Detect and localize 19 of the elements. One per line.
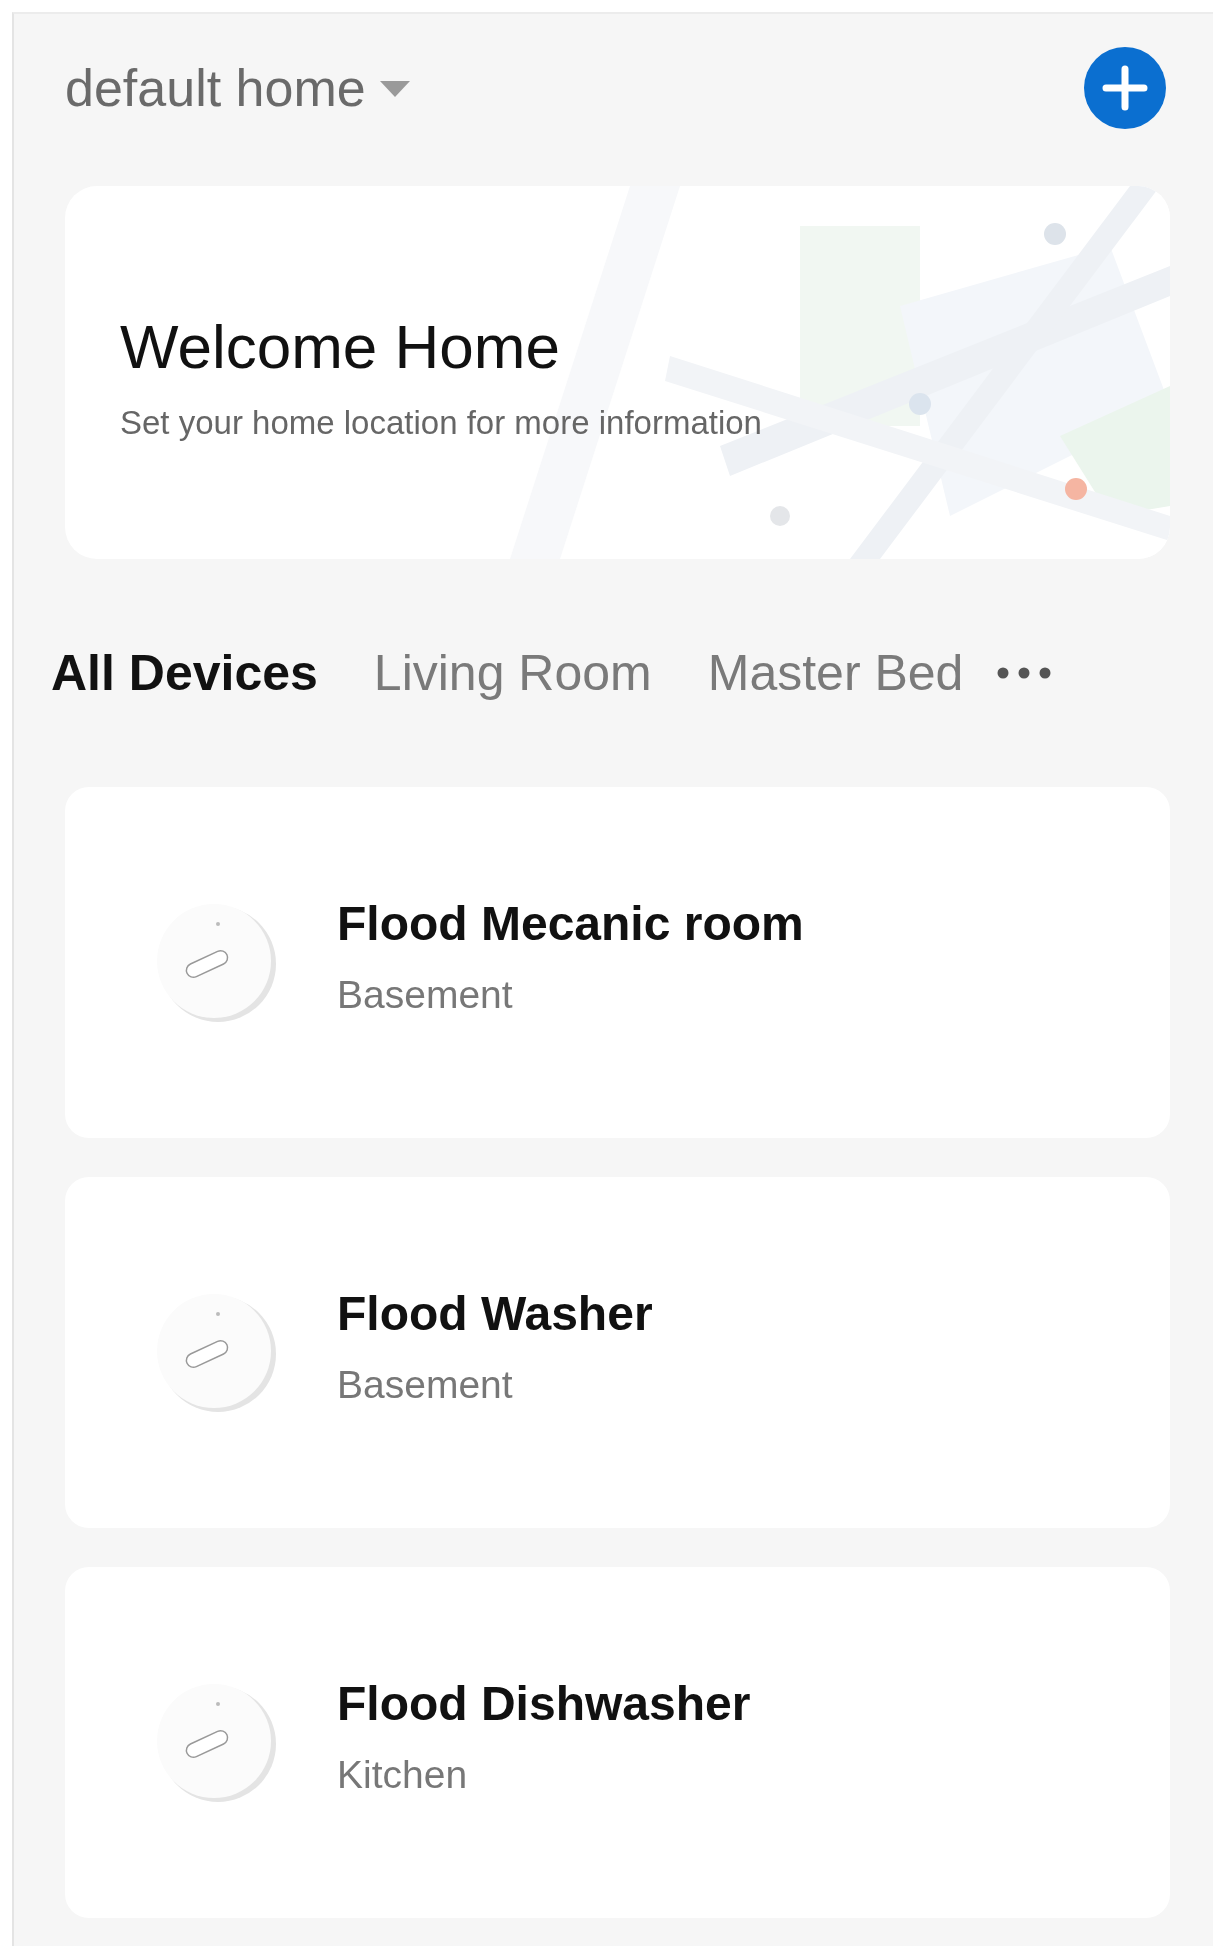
device-card[interactable]: Flood Mecanic room Basement [65,787,1170,1138]
device-name: Flood Washer [337,1286,653,1341]
room-tab[interactable]: All Devices [51,644,318,702]
welcome-card[interactable]: Welcome Home Set your home location for more information [65,186,1170,559]
device-room: Kitchen [337,1753,469,1797]
home-selector[interactable]: default home [65,58,366,118]
more-icon[interactable] [997,667,1052,679]
device-name: Flood Dishwasher [337,1676,751,1731]
device-card[interactable]: Flood Dishwasher Kitchen [65,1567,1170,1918]
room-tab[interactable]: Master Bed [707,644,964,702]
device-room: Basement [337,1363,514,1407]
welcome-title: Welcome Home [120,311,561,382]
add-button[interactable] [1084,47,1166,129]
device-room: Basement [337,973,514,1017]
room-tab[interactable]: Living Room [373,644,652,702]
welcome-subtitle: Set your home location for more information [120,404,762,442]
device-card[interactable]: Flood Washer Basement [65,1177,1170,1528]
device-name: Flood Mecanic room [337,896,804,951]
caret-icon [379,81,410,99]
